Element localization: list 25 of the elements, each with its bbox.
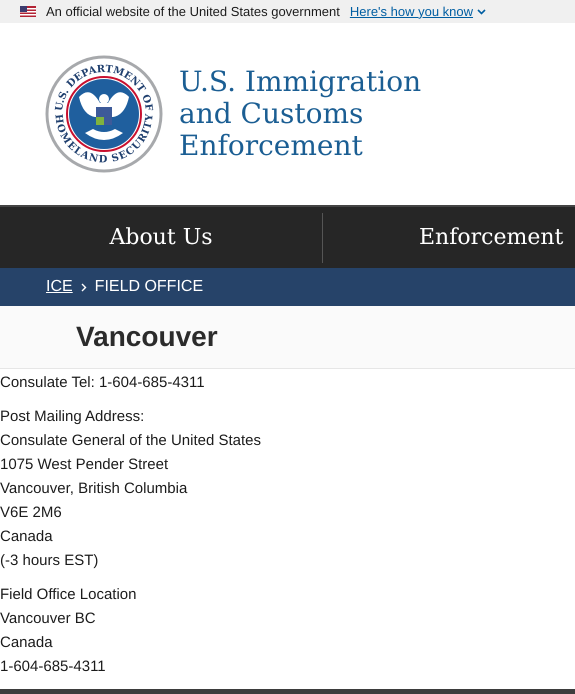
address-line: Field Office Location xyxy=(0,585,138,605)
address-line: Canada xyxy=(0,527,54,547)
address-line: Consulate Tel: 1-604-685-4311 xyxy=(0,373,206,393)
address-line: Canada xyxy=(0,633,54,653)
address-line: Consulate General of the United States xyxy=(0,431,262,451)
agency-name-line: and Customs xyxy=(179,98,364,130)
breadcrumb-current: FIELD OFFICE xyxy=(94,277,204,297)
nav-link[interactable]: About Us xyxy=(0,212,323,262)
address-line: V6E 2M6 xyxy=(0,503,63,523)
breadcrumb-link[interactable]: ICE xyxy=(46,275,73,299)
address-line: 1-604-685-4311 xyxy=(0,657,107,677)
agency-name-line: U.S. Immigration xyxy=(179,66,422,98)
flag-icon xyxy=(20,6,36,17)
page-title: Vancouver xyxy=(76,320,218,354)
address-line: Post Mailing Address: xyxy=(0,407,146,427)
chevron-down-icon xyxy=(477,8,486,14)
agency-name-line: Enforcement xyxy=(179,130,364,162)
address-line: 1075 West Pender Street xyxy=(0,455,170,475)
banner-text: An official website of the United States government xyxy=(46,2,340,21)
how-you-know-link[interactable]: Here's how you know xyxy=(350,2,486,22)
chevron-right-icon xyxy=(80,282,87,292)
address-line: (-3 hours EST) xyxy=(0,551,100,571)
address-line: Vancouver BC xyxy=(0,609,97,629)
address-line: Vancouver, British Columbia xyxy=(0,479,188,499)
nav-link[interactable]: Enforcement xyxy=(323,212,564,262)
